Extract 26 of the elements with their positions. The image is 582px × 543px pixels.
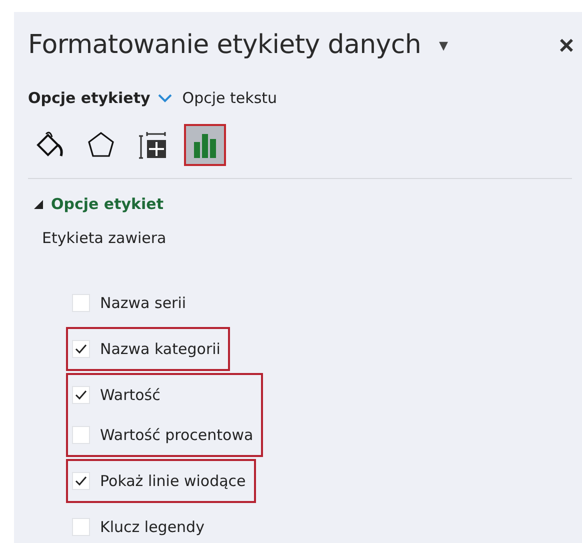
group-label: Etykieta zawiera bbox=[42, 229, 166, 247]
section-header[interactable]: Opcje etykiet bbox=[34, 195, 164, 213]
check-icon bbox=[75, 476, 87, 486]
checkbox-option[interactable]: Wartość bbox=[72, 375, 254, 415]
tab[interactable]: Opcje etykiety bbox=[28, 89, 172, 107]
checkbox[interactable] bbox=[72, 386, 90, 404]
checkbox[interactable] bbox=[72, 340, 90, 358]
checkbox[interactable] bbox=[72, 294, 90, 312]
expanded-triangle-icon bbox=[34, 200, 43, 208]
checkbox-option[interactable]: Pokaż linie wiodące bbox=[72, 461, 246, 501]
checkbox-option[interactable]: Nazwa kategorii bbox=[72, 329, 220, 369]
pane-menu-button[interactable]: ▾ bbox=[435, 34, 452, 56]
chevron-down-icon bbox=[158, 93, 172, 103]
pane-title: Formatowanie etykiety danych bbox=[28, 30, 422, 60]
checkbox-option[interactable]: Klucz legendy bbox=[72, 507, 204, 543]
check-icon bbox=[75, 344, 87, 354]
checkbox-option[interactable]: Nazwa serii bbox=[72, 283, 186, 323]
checkbox[interactable] bbox=[72, 518, 90, 536]
checkbox-option[interactable]: Wartość procentowa bbox=[72, 415, 254, 455]
pentagon-icon bbox=[86, 130, 116, 160]
close-button[interactable]: × bbox=[554, 30, 578, 60]
tab[interactable]: Opcje tekstu bbox=[182, 89, 278, 107]
checkbox[interactable] bbox=[72, 472, 90, 490]
check-icon bbox=[75, 390, 87, 400]
size-properties-icon bbox=[138, 130, 168, 160]
checkbox[interactable] bbox=[72, 426, 90, 444]
